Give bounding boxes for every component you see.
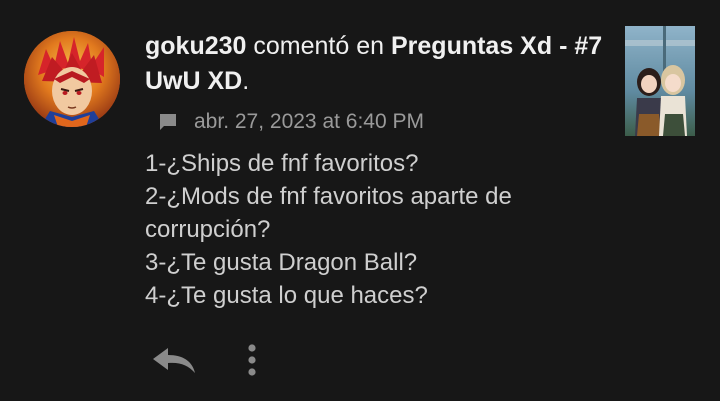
comment-meta: abr. 27, 2023 at 6:40 PM (158, 107, 424, 137)
comment-bubble-icon (160, 114, 176, 130)
more-vertical-icon (248, 344, 256, 376)
comment-actions (150, 340, 258, 380)
comment-card: goku230 comentó en Preguntas Xd - #7 UwU… (0, 0, 720, 401)
username-link[interactable]: goku230 (145, 32, 246, 60)
post-title-suffix: . (242, 67, 250, 95)
comment-line: 2-¿Mods de fnf favoritos aparte de corru… (145, 183, 512, 243)
comment-line: 1-¿Ships de fnf favoritos? (145, 150, 419, 177)
reply-arrow-icon (153, 348, 195, 373)
comment-body: 1-¿Ships de fnf favoritos? 2-¿Mods de fn… (145, 147, 615, 312)
timestamp: abr. 27, 2023 at 6:40 PM (194, 110, 424, 133)
comment-line: 4-¿Te gusta lo que haces? (145, 282, 428, 309)
post-thumbnail[interactable] (625, 26, 695, 136)
comment-header: goku230 comentó en Preguntas Xd - #7 UwU… (145, 29, 615, 99)
comment-line: 3-¿Te gusta Dragon Ball? (145, 249, 418, 276)
reply-button[interactable] (150, 345, 198, 375)
avatar-image (24, 31, 120, 127)
user-avatar[interactable] (24, 31, 120, 127)
action-text: comentó en (253, 32, 385, 60)
post-thumbnail-image (625, 26, 695, 136)
more-options-button[interactable] (246, 342, 258, 378)
